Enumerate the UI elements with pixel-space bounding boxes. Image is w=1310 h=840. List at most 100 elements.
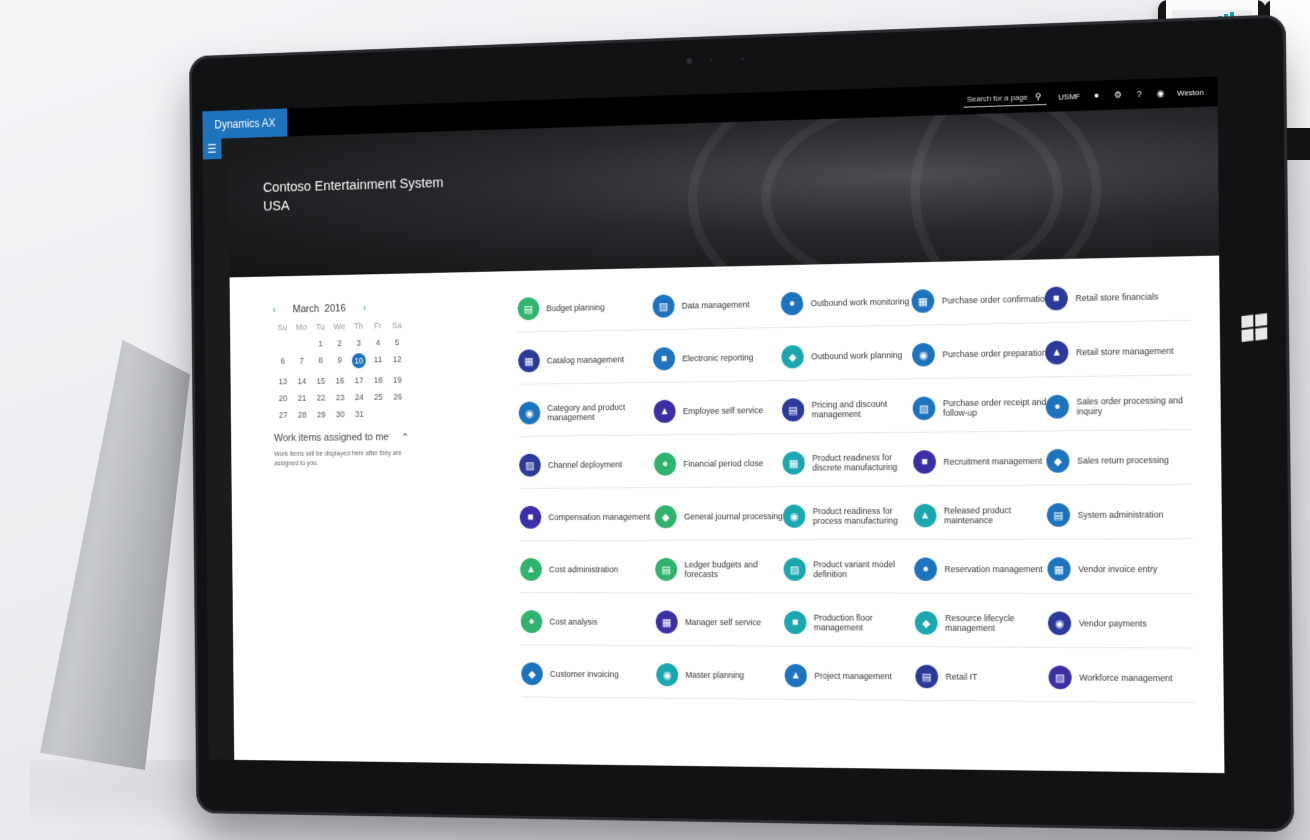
workspace-tile[interactable]: ▨ Product variant model definition: [783, 545, 925, 594]
workspace-tile[interactable]: ◆ Resource lifecycle management: [914, 599, 1058, 648]
calendar-day[interactable]: 26: [388, 392, 407, 402]
workspace-tile[interactable]: ◉ Product readiness for process manufactu…: [782, 492, 924, 541]
workspace-tile[interactable]: ● Financial period close: [653, 439, 793, 489]
calendar-day[interactable]: 4: [368, 338, 387, 348]
workspace-tile-label: Master planning: [685, 670, 745, 681]
workspace-tile[interactable]: ▦ Purchase order confirmation: [911, 274, 1055, 326]
calendar-day[interactable]: 1: [311, 339, 330, 349]
calendar-weekday: Sa: [392, 320, 402, 331]
calendar-day[interactable]: 5: [387, 337, 406, 347]
workspace-tile[interactable]: ▨ Data management: [652, 280, 791, 331]
workspace-tile[interactable]: ◆ Outbound work planning: [781, 331, 922, 382]
workspace-tile[interactable]: ▤ Ledger budgets and forecasts: [655, 546, 794, 594]
calendar-day[interactable]: 31: [350, 409, 369, 419]
search-input[interactable]: Search for a page ⚲: [963, 89, 1047, 108]
company-picker[interactable]: USMF: [1058, 92, 1080, 102]
workspace-tile[interactable]: ◉ Master planning: [656, 651, 795, 700]
calendar-day[interactable]: 18: [369, 375, 388, 385]
workspace-tile[interactable]: ▦ Product readiness for discrete manufact…: [782, 438, 923, 488]
calendar-day[interactable]: 7: [292, 356, 311, 369]
calendar-day[interactable]: 8: [311, 356, 330, 369]
workspace-tile-icon: ●: [520, 610, 543, 634]
workspace-tile[interactable]: ■ Recruitment management: [913, 437, 1057, 487]
calendar-day[interactable]: 19: [388, 375, 407, 385]
calendar-day[interactable]: 29: [312, 410, 331, 420]
calendar-day[interactable]: 13: [273, 377, 292, 387]
workspace-tile-icon: ▤: [1046, 503, 1071, 527]
workspace-tile[interactable]: ▤ Retail IT: [915, 653, 1059, 703]
user-name[interactable]: Weston: [1177, 87, 1204, 97]
workspace-tile[interactable]: ■ Electronic reporting: [652, 333, 791, 383]
workspace-tile[interactable]: ▲ Released product maintenance: [913, 491, 1057, 540]
workspace-tile[interactable]: ▦ Vendor invoice entry: [1047, 545, 1194, 594]
sensor-icon: [741, 57, 745, 61]
workspace-tile[interactable]: ▦ Manager self service: [655, 599, 794, 647]
calendar-day[interactable]: 14: [292, 376, 311, 386]
workspace-tile[interactable]: ▤ System administration: [1046, 490, 1193, 540]
calendar-day[interactable]: 16: [330, 376, 349, 386]
gear-icon[interactable]: ⚙: [1113, 89, 1123, 100]
chevron-right-icon[interactable]: ›: [363, 303, 366, 313]
calendar-day[interactable]: 21: [292, 393, 311, 403]
workspace-tile[interactable]: ▲ Cost administration: [520, 546, 656, 594]
workspace-tile[interactable]: ◉ Category and product management: [518, 388, 654, 437]
calendar-day[interactable]: 24: [350, 392, 369, 402]
workspace-tile[interactable]: ■ Retail store financials: [1044, 272, 1191, 324]
workspace-tile[interactable]: ▨ Channel deployment: [519, 441, 655, 489]
workspace-tile-icon: ▦: [518, 349, 540, 373]
avatar-icon[interactable]: ◉: [1156, 88, 1166, 98]
workspace-tile[interactable]: ◉ Purchase order preparation: [911, 329, 1056, 380]
calendar-day[interactable]: 2: [330, 338, 349, 348]
workspace-tile-icon: ◉: [1047, 611, 1072, 636]
app-brand[interactable]: Dynamics AX: [202, 108, 288, 140]
calendar-day[interactable]: 27: [274, 410, 293, 420]
workspace-tile[interactable]: ◉ Vendor payments: [1047, 599, 1194, 649]
calendar-day[interactable]: 3: [349, 338, 368, 348]
calendar-day[interactable]: 15: [311, 376, 330, 386]
workspace-tile[interactable]: ▲ Project management: [784, 652, 926, 701]
workspace-tile[interactable]: ▦ Catalog management: [518, 335, 654, 385]
help-icon[interactable]: ?: [1134, 89, 1144, 99]
calendar-day[interactable]: 28: [293, 410, 312, 420]
calendar-day[interactable]: 6: [273, 356, 292, 369]
workspace-tile[interactable]: ■ Production floor management: [783, 599, 925, 648]
workspace-tile[interactable]: ■ Compensation management: [519, 493, 655, 542]
calendar-day[interactable]: 30: [331, 410, 350, 420]
workspace-tile[interactable]: ◆ General journal processing: [654, 492, 793, 541]
calendar-weekday: Tu: [315, 322, 325, 332]
windows-logo-icon[interactable]: [1241, 313, 1268, 343]
workspace-tile-icon: ◉: [912, 342, 935, 367]
workspace-tile-label: Production floor management: [813, 612, 873, 633]
calendar-day[interactable]: 25: [369, 392, 388, 402]
workspace-tile[interactable]: ◆ Customer invoicing: [521, 650, 657, 699]
workspace-tile[interactable]: ▤ Pricing and discount management: [781, 384, 923, 435]
company-title: Contoso Entertainment System USA: [263, 174, 444, 216]
workspace-tile[interactable]: ▲ Employee self service: [653, 386, 792, 436]
calendar-day[interactable]: 23: [331, 393, 350, 403]
workspace-tile[interactable]: ▨ Purchase order receipt and follow-up: [912, 383, 1056, 433]
workspace-tile-icon: ◆: [654, 505, 677, 529]
bell-icon[interactable]: ●: [1092, 90, 1102, 100]
work-items-header[interactable]: Work items assigned to me ⌃: [274, 431, 448, 445]
hamburger-menu-icon[interactable]: ☰: [202, 138, 222, 160]
workspace-tile[interactable]: ◆ Sales return processing: [1046, 435, 1193, 486]
workspace-tile[interactable]: ● Cost analysis: [520, 598, 657, 646]
workspace-tile[interactable]: ● Sales order processing and inquiry: [1045, 381, 1192, 432]
calendar-day[interactable]: 9: [330, 355, 349, 368]
workspace-tile-label: Project management: [814, 670, 892, 682]
calendar-day[interactable]: 11: [368, 355, 387, 368]
workspace-tile[interactable]: ● Outbound work monitoring: [780, 277, 922, 328]
search-icon[interactable]: ⚲: [1033, 91, 1043, 102]
workspace-tile[interactable]: ▤ Budget planning: [517, 283, 653, 333]
calendar-day[interactable]: 17: [349, 376, 368, 386]
calendar-day[interactable]: 10: [351, 353, 366, 369]
workspace-tile-label: Workforce management: [1079, 672, 1173, 684]
workspace-tile[interactable]: ▲ Retail store management: [1045, 326, 1191, 378]
workspace-tile[interactable]: ▨ Workforce management: [1048, 653, 1195, 704]
chevron-up-icon[interactable]: ⌃: [401, 431, 409, 443]
workspace-tile[interactable]: ● Reservation management: [914, 545, 1058, 594]
calendar-day[interactable]: 20: [274, 393, 293, 403]
calendar-day[interactable]: 22: [311, 393, 330, 403]
chevron-left-icon[interactable]: ‹: [273, 305, 276, 315]
calendar-day[interactable]: 12: [388, 354, 407, 367]
